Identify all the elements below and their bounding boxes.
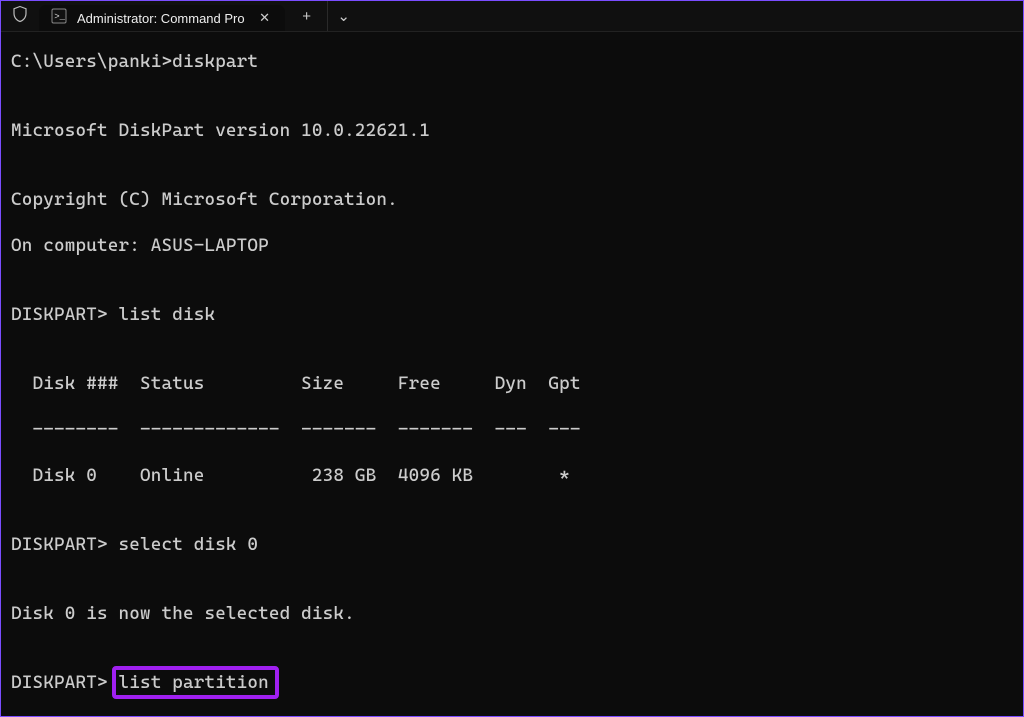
admin-shield-icon <box>1 1 39 31</box>
new-tab-button[interactable]: + <box>291 1 323 31</box>
diskpart-copyright: Copyright (C) Microsoft Corporation. <box>11 188 1013 211</box>
command-text: list partition <box>118 672 268 693</box>
diskpart-prompt: DISKPART> <box>11 672 118 693</box>
diskpart-prompt: DISKPART> <box>11 534 118 555</box>
command-text: diskpart <box>172 51 258 72</box>
disk-table-divider: -------- ------------- ------- ------- -… <box>11 418 1013 441</box>
command-prompt-icon: >_ <box>51 8 67 28</box>
disk-table-header: Disk ### Status Size Free Dyn Gpt <box>11 372 1013 395</box>
active-tab[interactable]: >_ Administrator: Command Pro ✕ <box>39 5 285 31</box>
diskpart-prompt: DISKPART> <box>11 304 118 325</box>
svg-text:>_: >_ <box>54 12 65 22</box>
select-disk-result: Disk 0 is now the selected disk. <box>11 602 1013 625</box>
disk-table-row: Disk 0 Online 238 GB 4096 KB * <box>11 464 1013 487</box>
tab-close-button[interactable]: ✕ <box>255 8 275 28</box>
command-text: select disk 0 <box>118 534 258 555</box>
command-text: list disk <box>118 304 215 325</box>
titlebar[interactable]: >_ Administrator: Command Pro ✕ + ⌄ <box>1 1 1023 32</box>
diskpart-computer: On computer: ASUS-LAPTOP <box>11 234 1013 257</box>
tab-dropdown-button[interactable]: ⌄ <box>327 1 360 31</box>
prompt-path: C:\Users\panki> <box>11 51 172 72</box>
tab-title: Administrator: Command Pro <box>77 11 245 26</box>
terminal-output[interactable]: C:\Users\panki>diskpart Microsoft DiskPa… <box>1 32 1023 717</box>
diskpart-banner: Microsoft DiskPart version 10.0.22621.1 <box>11 119 1013 142</box>
terminal-window: >_ Administrator: Command Pro ✕ + ⌄ C:\U… <box>0 0 1024 717</box>
